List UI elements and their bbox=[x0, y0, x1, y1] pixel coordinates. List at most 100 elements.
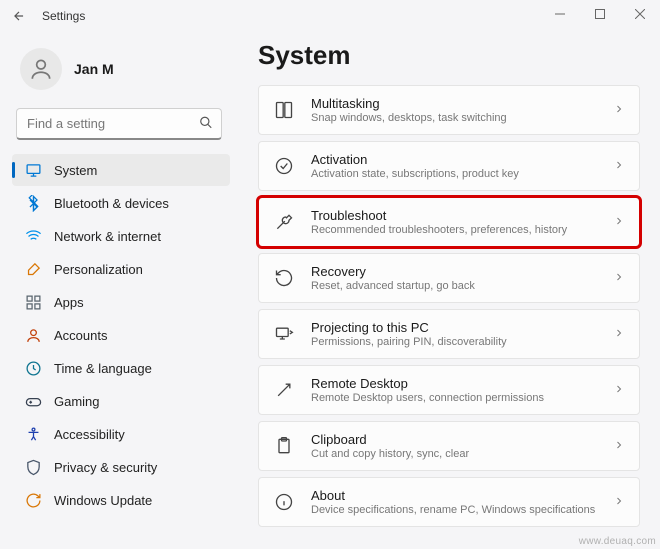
card-subtitle: Activation state, subscriptions, product… bbox=[311, 168, 597, 180]
back-button[interactable] bbox=[10, 7, 28, 25]
user-name: Jan M bbox=[74, 61, 114, 77]
titlebar: Settings bbox=[0, 0, 660, 32]
avatar bbox=[20, 48, 62, 90]
setting-remote[interactable]: Remote DesktopRemote Desktop users, conn… bbox=[258, 365, 640, 415]
card-title: Troubleshoot bbox=[311, 208, 597, 223]
sidebar-item-label: Privacy & security bbox=[54, 460, 157, 475]
watermark: www.deuaq.com bbox=[579, 536, 656, 547]
person-icon bbox=[28, 56, 54, 82]
sidebar-item-label: Accessibility bbox=[54, 427, 125, 442]
check-icon bbox=[273, 155, 295, 177]
wifi-icon bbox=[24, 227, 42, 245]
minimize-icon bbox=[555, 9, 565, 19]
user-profile[interactable]: Jan M bbox=[12, 42, 230, 104]
maximize-button[interactable] bbox=[580, 0, 620, 28]
maximize-icon bbox=[595, 9, 605, 19]
sidebar-item-personalization[interactable]: Personalization bbox=[12, 253, 230, 285]
clipboard-icon bbox=[273, 435, 295, 457]
card-title: Activation bbox=[311, 152, 597, 167]
setting-projecting[interactable]: Projecting to this PCPermissions, pairin… bbox=[258, 309, 640, 359]
sidebar-item-network[interactable]: Network & internet bbox=[12, 220, 230, 252]
chevron-right-icon bbox=[613, 495, 625, 510]
nav: System Bluetooth & devices Network & inter… bbox=[12, 154, 230, 516]
card-subtitle: Cut and copy history, sync, clear bbox=[311, 448, 597, 460]
card-text: AboutDevice specifications, rename PC, W… bbox=[311, 488, 597, 516]
card-title: Clipboard bbox=[311, 432, 597, 447]
brush-icon bbox=[24, 260, 42, 278]
close-button[interactable] bbox=[620, 0, 660, 28]
apps-icon bbox=[24, 293, 42, 311]
card-subtitle: Remote Desktop users, connection permiss… bbox=[311, 392, 597, 404]
gaming-icon bbox=[24, 392, 42, 410]
main: System MultitaskingSnap windows, desktop… bbox=[230, 32, 660, 549]
account-icon bbox=[24, 326, 42, 344]
card-title: Multitasking bbox=[311, 96, 597, 111]
project-icon bbox=[273, 323, 295, 345]
wrench-icon bbox=[273, 211, 295, 233]
setting-troubleshoot[interactable]: TroubleshootRecommended troubleshooters,… bbox=[258, 197, 640, 247]
bluetooth-icon bbox=[24, 194, 42, 212]
sidebar-item-label: Apps bbox=[54, 295, 84, 310]
window-title: Settings bbox=[42, 9, 85, 23]
sidebar-item-label: Bluetooth & devices bbox=[54, 196, 169, 211]
chevron-right-icon bbox=[613, 103, 625, 118]
sidebar-item-system[interactable]: System bbox=[12, 154, 230, 186]
card-subtitle: Device specifications, rename PC, Window… bbox=[311, 504, 597, 516]
info-icon bbox=[273, 491, 295, 513]
sidebar-item-label: Windows Update bbox=[54, 493, 152, 508]
accessibility-icon bbox=[24, 425, 42, 443]
sidebar-item-bluetooth[interactable]: Bluetooth & devices bbox=[12, 187, 230, 219]
time-icon bbox=[24, 359, 42, 377]
sidebar-item-label: Personalization bbox=[54, 262, 143, 277]
card-text: ClipboardCut and copy history, sync, cle… bbox=[311, 432, 597, 460]
sidebar-item-label: Gaming bbox=[54, 394, 100, 409]
card-text: Remote DesktopRemote Desktop users, conn… bbox=[311, 376, 597, 404]
sidebar-item-label: Network & internet bbox=[54, 229, 161, 244]
card-subtitle: Recommended troubleshooters, preferences… bbox=[311, 224, 597, 236]
sidebar-item-apps[interactable]: Apps bbox=[12, 286, 230, 318]
card-title: Recovery bbox=[311, 264, 597, 279]
sidebar-item-label: Time & language bbox=[54, 361, 152, 376]
setting-recovery[interactable]: RecoveryReset, advanced startup, go back bbox=[258, 253, 640, 303]
setting-multitasking[interactable]: MultitaskingSnap windows, desktops, task… bbox=[258, 85, 640, 135]
chevron-right-icon bbox=[613, 439, 625, 454]
setting-clipboard[interactable]: ClipboardCut and copy history, sync, cle… bbox=[258, 421, 640, 471]
minimize-button[interactable] bbox=[540, 0, 580, 28]
sidebar-item-time[interactable]: Time & language bbox=[12, 352, 230, 384]
system-icon bbox=[24, 161, 42, 179]
sidebar-item-update[interactable]: Windows Update bbox=[12, 484, 230, 516]
chevron-right-icon bbox=[613, 159, 625, 174]
sidebar-item-gaming[interactable]: Gaming bbox=[12, 385, 230, 417]
card-text: TroubleshootRecommended troubleshooters,… bbox=[311, 208, 597, 236]
search-input[interactable] bbox=[17, 109, 221, 138]
card-subtitle: Snap windows, desktops, task switching bbox=[311, 112, 597, 124]
chevron-right-icon bbox=[613, 215, 625, 230]
card-subtitle: Permissions, pairing PIN, discoverabilit… bbox=[311, 336, 597, 348]
sidebar-item-accessibility[interactable]: Accessibility bbox=[12, 418, 230, 450]
card-text: Projecting to this PCPermissions, pairin… bbox=[311, 320, 597, 348]
recovery-icon bbox=[273, 267, 295, 289]
sidebar-item-label: System bbox=[54, 163, 97, 178]
chevron-right-icon bbox=[613, 327, 625, 342]
search-box[interactable] bbox=[16, 108, 222, 140]
card-title: About bbox=[311, 488, 597, 503]
window-controls bbox=[540, 0, 660, 28]
arrow-left-icon bbox=[12, 9, 26, 23]
remote-icon bbox=[273, 379, 295, 401]
search-icon bbox=[199, 115, 213, 132]
setting-about[interactable]: AboutDevice specifications, rename PC, W… bbox=[258, 477, 640, 527]
multitask-icon bbox=[273, 99, 295, 121]
chevron-right-icon bbox=[613, 383, 625, 398]
sidebar-item-privacy[interactable]: Privacy & security bbox=[12, 451, 230, 483]
card-text: MultitaskingSnap windows, desktops, task… bbox=[311, 96, 597, 124]
sidebar: Jan M System Bluetooth & devices Network &… bbox=[0, 32, 230, 549]
card-text: RecoveryReset, advanced startup, go back bbox=[311, 264, 597, 292]
update-icon bbox=[24, 491, 42, 509]
sidebar-item-label: Accounts bbox=[54, 328, 107, 343]
close-icon bbox=[635, 9, 645, 19]
card-title: Projecting to this PC bbox=[311, 320, 597, 335]
sidebar-item-accounts[interactable]: Accounts bbox=[12, 319, 230, 351]
settings-list: MultitaskingSnap windows, desktops, task… bbox=[258, 85, 640, 527]
chevron-right-icon bbox=[613, 271, 625, 286]
setting-activation[interactable]: ActivationActivation state, subscription… bbox=[258, 141, 640, 191]
